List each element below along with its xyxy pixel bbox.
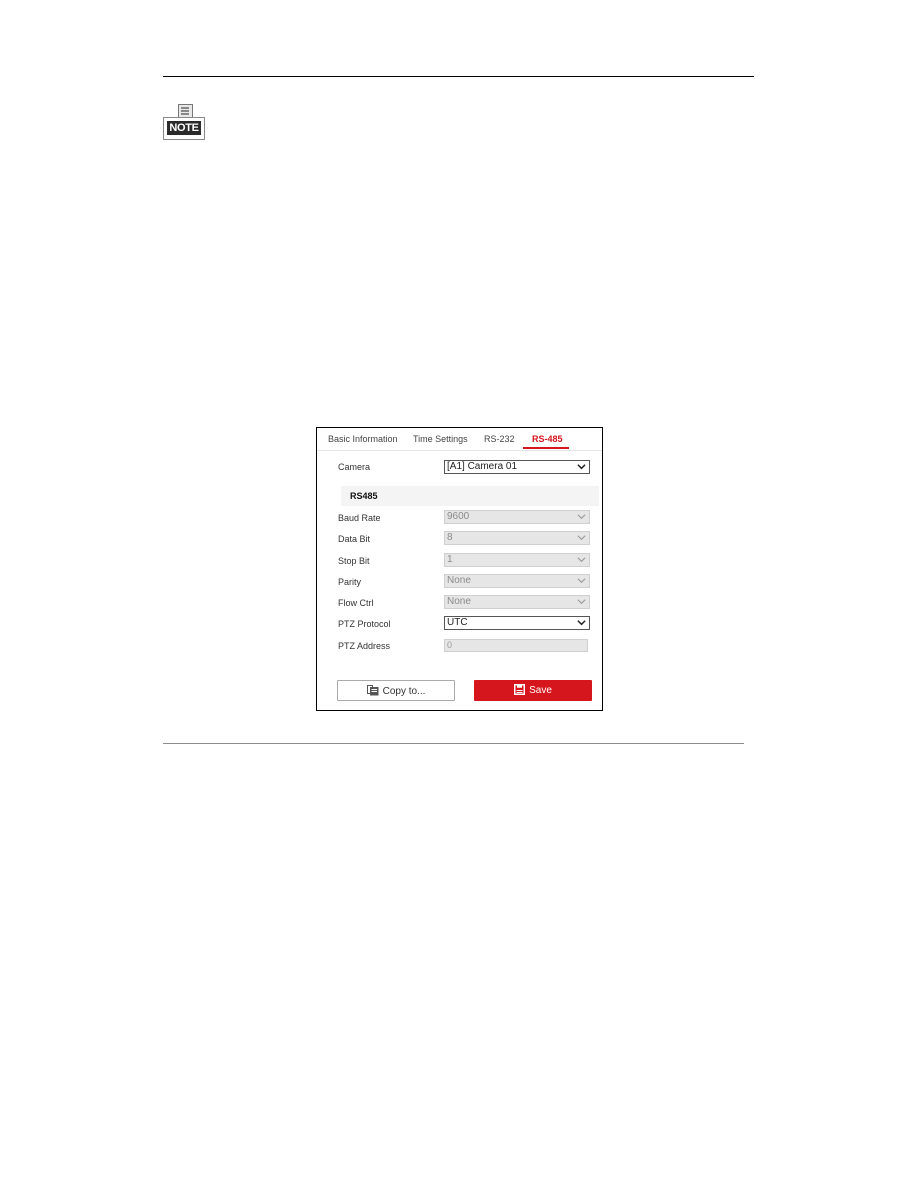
stop-bit-label: Stop Bit bbox=[338, 556, 370, 566]
flow-ctrl-select: None bbox=[444, 595, 590, 609]
ptz-address-label: PTZ Address bbox=[338, 641, 391, 651]
copy-icon bbox=[366, 684, 379, 696]
flow-ctrl-value: None bbox=[447, 596, 471, 607]
header-rule bbox=[163, 76, 754, 77]
chevron-down-icon bbox=[577, 464, 586, 470]
baud-rate-label: Baud Rate bbox=[338, 513, 381, 523]
tab-rs-485[interactable]: RS-485 bbox=[532, 434, 563, 444]
camera-select-value: [A1] Camera 01 bbox=[447, 461, 518, 472]
tab-basic-information[interactable]: Basic Information bbox=[328, 434, 398, 444]
data-bit-value: 8 bbox=[447, 532, 453, 543]
data-bit-label: Data Bit bbox=[338, 534, 371, 544]
baud-rate-value: 9600 bbox=[447, 511, 470, 522]
parity-value: None bbox=[447, 575, 471, 586]
tab-time-settings[interactable]: Time Settings bbox=[413, 434, 468, 444]
data-bit-select: 8 bbox=[444, 531, 590, 545]
parity-label: Parity bbox=[338, 577, 362, 587]
stop-bit-value: 1 bbox=[447, 554, 453, 565]
ptz-protocol-select[interactable]: UTC bbox=[444, 616, 590, 630]
tab-bar: Basic Information Time Settings RS-232 R… bbox=[317, 428, 602, 451]
camera-select[interactable]: [A1] Camera 01 bbox=[444, 460, 590, 474]
ptz-address-input: 0 bbox=[444, 639, 588, 652]
parity-select: None bbox=[444, 574, 590, 588]
flow-ctrl-label: Flow Ctrl bbox=[338, 598, 374, 608]
copy-to-button[interactable]: Copy to... bbox=[337, 680, 455, 701]
camera-label: Camera bbox=[338, 462, 371, 472]
note-icon-label: NOTE bbox=[167, 121, 201, 135]
tab-rs-232[interactable]: RS-232 bbox=[484, 434, 515, 444]
save-button[interactable]: Save bbox=[474, 680, 592, 701]
figure-rule bbox=[163, 743, 744, 744]
section-title: RS485 bbox=[350, 491, 378, 501]
baud-rate-select: 9600 bbox=[444, 510, 590, 524]
chevron-down-icon bbox=[577, 535, 586, 541]
chevron-down-icon bbox=[577, 599, 586, 605]
chevron-down-icon bbox=[577, 620, 586, 626]
active-tab-indicator bbox=[523, 447, 569, 449]
ptz-protocol-label: PTZ Protocol bbox=[338, 619, 391, 629]
rs485-settings-panel: Basic Information Time Settings RS-232 R… bbox=[316, 427, 603, 711]
floppy-disk-icon bbox=[514, 683, 526, 695]
chevron-down-icon bbox=[577, 557, 586, 563]
note-icon: NOTE bbox=[163, 104, 205, 140]
chevron-down-icon bbox=[577, 578, 586, 584]
save-label: Save bbox=[529, 685, 552, 696]
chevron-down-icon bbox=[577, 514, 586, 520]
copy-to-label: Copy to... bbox=[382, 686, 426, 697]
ptz-protocol-value: UTC bbox=[447, 617, 468, 628]
note-board-graphic: NOTE bbox=[163, 117, 205, 140]
stop-bit-select: 1 bbox=[444, 553, 590, 567]
rs485-section-header: RS485 bbox=[341, 486, 599, 506]
